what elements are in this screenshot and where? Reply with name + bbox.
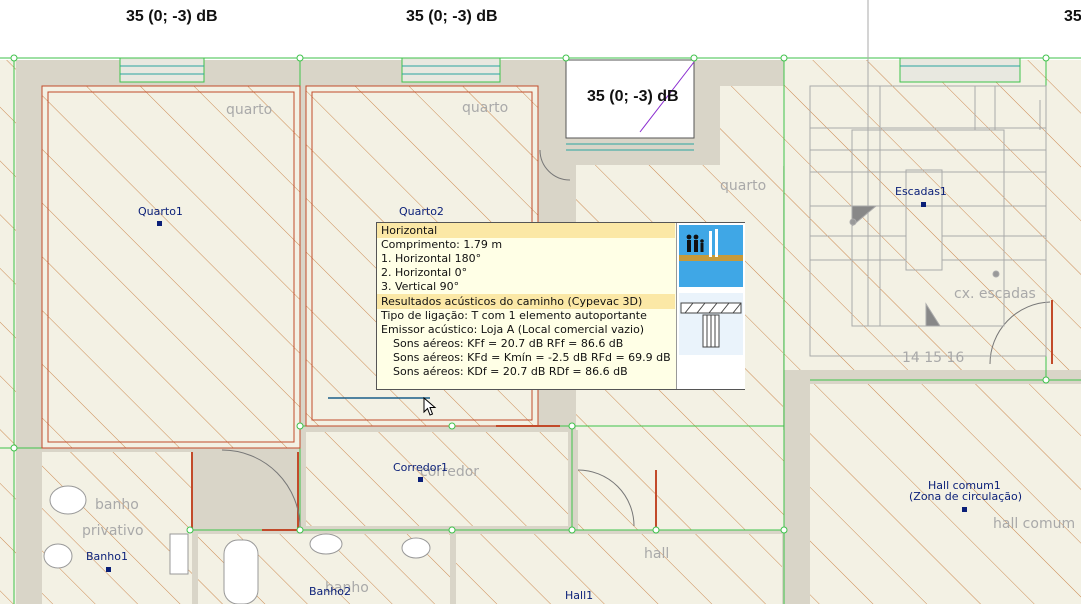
room-name-banho2[interactable]: Banho2 bbox=[309, 586, 351, 598]
floor-hall-mid bbox=[578, 430, 784, 530]
floor-quarto1 bbox=[42, 86, 300, 448]
room-label-quarto2: quarto bbox=[462, 100, 509, 116]
acoustic-path-tooltip: Horizontal Comprimento: 1.79 m 1. Horizo… bbox=[376, 222, 745, 390]
room-name-hall[interactable]: Hall1 bbox=[565, 590, 593, 602]
room-marker-hall-comum bbox=[962, 507, 967, 512]
room-name-banho1[interactable]: Banho1 bbox=[86, 551, 128, 563]
room-marker-banho1 bbox=[106, 567, 111, 572]
room-zone-hall-comum: (Zona de circulação) bbox=[909, 490, 1023, 503]
tooltip-path-step: 3. Vertical 90° bbox=[381, 280, 460, 293]
tooltip-text-panel: Horizontal Comprimento: 1.79 m 1. Horizo… bbox=[377, 223, 675, 389]
tooltip-airborne-fd: Sons aéreos: KFd = Kmín = -2.5 dB RFd = … bbox=[393, 351, 671, 364]
room-label-banho1-line1: banho bbox=[95, 497, 139, 513]
room-label-quarto1: quarto bbox=[226, 102, 273, 118]
floor-hall bbox=[456, 534, 782, 604]
tooltip-path-step: 1. Horizontal 180° bbox=[381, 252, 482, 265]
db-tag-4: 35 bbox=[1064, 8, 1081, 25]
floor-quarto3-top bbox=[720, 86, 784, 166]
room-label-quarto3: quarto bbox=[720, 178, 767, 194]
tooltip-length: Comprimento: 1.79 m bbox=[381, 238, 503, 251]
stair-numbers: 14 15 16 bbox=[902, 350, 965, 366]
tooltip-emitter: Emissor acústico: Loja A (Local comercia… bbox=[381, 323, 645, 336]
tooltip-results-header: Resultados acústicos do caminho (Cypevac… bbox=[377, 294, 675, 309]
tooltip-header: Horizontal bbox=[377, 223, 675, 238]
room-name-quarto1[interactable]: Quarto1 bbox=[138, 206, 183, 218]
tooltip-airborne-df: Sons aéreos: KDf = 20.7 dB RDf = 86.6 dB bbox=[393, 365, 628, 378]
db-tag-1: 35 (0; -3) dB bbox=[126, 8, 218, 25]
tooltip-path-step: 2. Horizontal 0° bbox=[381, 266, 468, 279]
room-marker-quarto1 bbox=[157, 221, 162, 226]
room-marker-escadas bbox=[921, 202, 926, 207]
room-label-hall: hall bbox=[644, 546, 670, 562]
room-marker-corredor bbox=[418, 477, 423, 482]
tooltip-airborne-ff: Sons aéreos: KFf = 20.7 dB RFf = 86.6 dB bbox=[393, 337, 624, 350]
tooltip-junction: Tipo de ligação: T com 1 elemento autopo… bbox=[381, 309, 647, 322]
room-name-quarto2[interactable]: Quarto2 bbox=[399, 206, 444, 218]
wall-section-icon bbox=[679, 293, 743, 355]
room-label-banho1-line2: privativo bbox=[82, 523, 144, 539]
room-label-hall-comum: hall comum bbox=[993, 516, 1076, 532]
tooltip-icon-panel bbox=[676, 223, 745, 389]
room-name-corredor[interactable]: Corredor1 bbox=[393, 462, 448, 474]
mouse-cursor-icon bbox=[423, 397, 437, 416]
room-label-escadas: cx. escadas bbox=[954, 286, 1036, 302]
db-tag-3: 35 (0; -3) dB bbox=[587, 88, 679, 105]
room-name-escadas[interactable]: Escadas1 bbox=[895, 186, 947, 198]
people-icon bbox=[679, 225, 743, 287]
db-tag-2: 35 (0; -3) dB bbox=[406, 8, 498, 25]
